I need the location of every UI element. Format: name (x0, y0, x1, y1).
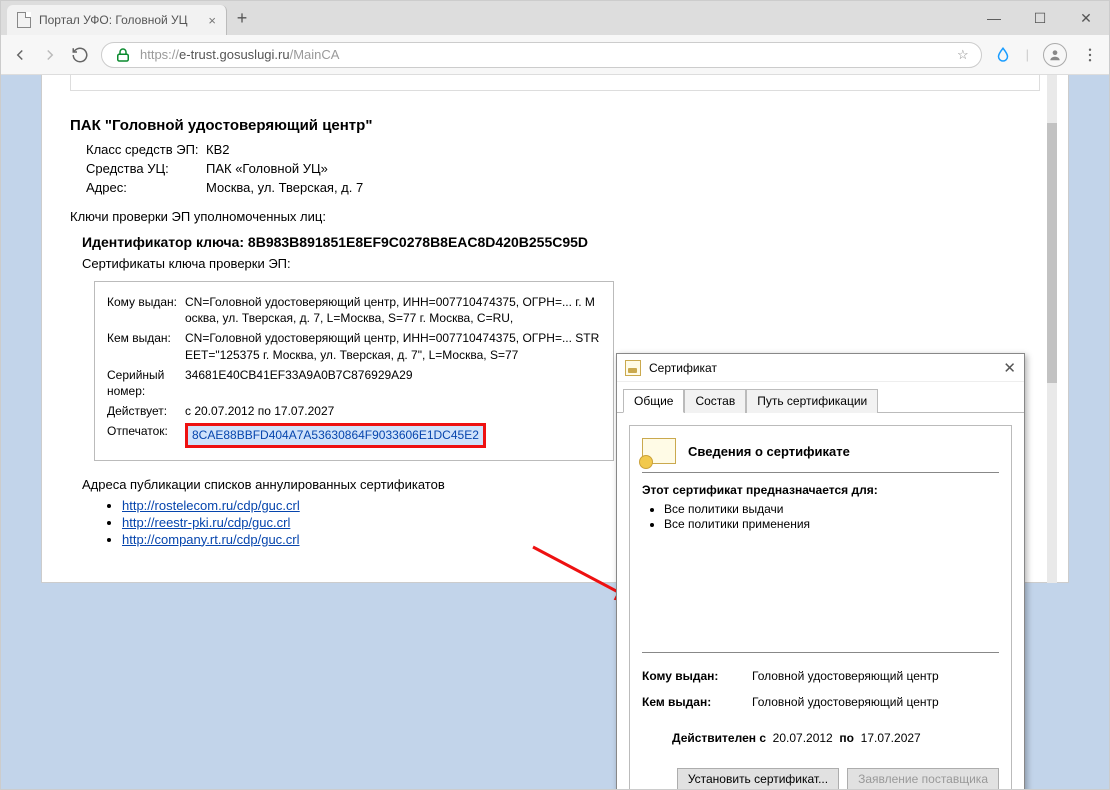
new-tab-button[interactable]: + (227, 1, 257, 35)
crl-link-2[interactable]: http://company.rt.ru/cdp/guc.crl (122, 532, 300, 547)
purpose-item: Все политики выдачи (664, 502, 999, 516)
bookmark-star-icon[interactable]: ☆ (957, 47, 969, 63)
collapsed-panel (70, 75, 1040, 91)
profile-avatar-icon[interactable] (1043, 43, 1067, 67)
purpose-title: Этот сертификат предназначается для: (642, 483, 999, 497)
tab-close-icon[interactable]: × (208, 13, 216, 28)
lock-icon (114, 46, 132, 64)
issued-by-label: Кем выдан: (642, 695, 752, 709)
cert-by-value: CN=Головной удостоверяющий центр, ИНН=00… (185, 330, 601, 362)
issuer-statement-button: Заявление поставщика (847, 768, 999, 789)
certs-line: Сертификаты ключа проверки ЭП: (82, 256, 1040, 271)
cert-to-value: CN=Головной удостоверяющий центр, ИНН=00… (185, 294, 601, 326)
dialog-close-button[interactable]: ✕ (1003, 359, 1016, 377)
certificate-detail-box: Кому выдан:CN=Головной удостоверяющий це… (94, 281, 614, 461)
cert-fingerprint-label: Отпечаток: (107, 423, 185, 447)
window-close-button[interactable]: ✕ (1063, 1, 1109, 35)
nav-forward-icon[interactable] (41, 46, 59, 64)
url-text: https://e-trust.gosuslugi.ru/MainCA (140, 47, 339, 62)
window-minimize-button[interactable]: — (971, 1, 1017, 35)
address-value: Москва, ул. Тверская, д. 7 (206, 180, 363, 195)
page-viewport: ПАК "Головной удостоверяющий центр" Клас… (1, 75, 1109, 789)
certificate-icon (625, 360, 641, 376)
tab-details[interactable]: Состав (684, 389, 746, 413)
avatar-separator: | (1026, 47, 1029, 62)
validity-line: Действителен с 20.07.2012 по 17.07.2027 (672, 731, 999, 745)
install-certificate-button[interactable]: Установить сертификат... (677, 768, 839, 789)
window-maximize-button[interactable]: ☐ (1017, 1, 1063, 35)
nav-back-icon[interactable] (11, 46, 29, 64)
issued-to-label: Кому выдан: (642, 669, 752, 683)
cert-by-label: Кем выдан: (107, 330, 185, 362)
certificate-ribbon-icon (642, 438, 676, 464)
key-identifier: Идентификатор ключа: 8B983B891851E8EF9C0… (82, 234, 1040, 250)
browser-tab[interactable]: Портал УФО: Головной УЦ × (7, 5, 227, 35)
class-value: КВ2 (206, 142, 229, 157)
class-label: Класс средств ЭП: (86, 142, 206, 157)
cert-info-heading: Сведения о сертификате (688, 444, 850, 459)
cert-fingerprint-value[interactable]: 8CAE88BBFD404A7A53630864F9033606E1DC45E2 (185, 423, 486, 447)
nav-reload-icon[interactable] (71, 46, 89, 64)
tab-title: Портал УФО: Головной УЦ (39, 13, 200, 27)
means-value: ПАК «Головной УЦ» (206, 161, 328, 176)
tab-general[interactable]: Общие (623, 389, 684, 413)
certificate-dialog: Сертификат ✕ Общие Состав Путь сертифика… (616, 353, 1025, 789)
crl-link-0[interactable]: http://rostelecom.ru/cdp/guc.crl (122, 498, 300, 513)
cert-valid-value: с 20.07.2012 по 17.07.2027 (185, 403, 601, 419)
purpose-item: Все политики применения (664, 517, 999, 531)
pak-title: ПАК "Головной удостоверяющий центр" (70, 117, 1040, 134)
cert-valid-label: Действует: (107, 403, 185, 419)
browser-titlebar: Портал УФО: Головной УЦ × + — ☐ ✕ (1, 1, 1109, 35)
drop-icon[interactable] (994, 46, 1012, 64)
means-label: Средства УЦ: (86, 161, 206, 176)
tab-cert-path[interactable]: Путь сертификации (746, 389, 878, 413)
dialog-title: Сертификат (649, 361, 1003, 375)
issued-by-value: Головной удостоверяющий центр (752, 695, 939, 709)
keys-line: Ключи проверки ЭП уполномоченных лиц: (70, 209, 1040, 224)
cert-serial-value: 34681E40CB41EF33A9A0B7C876929A29 (185, 367, 601, 399)
page-file-icon (17, 12, 31, 28)
browser-menu-icon[interactable] (1081, 46, 1099, 64)
cert-to-label: Кому выдан: (107, 294, 185, 326)
address-bar: https://e-trust.gosuslugi.ru/MainCA ☆ | (1, 35, 1109, 75)
issued-to-value: Головной удостоверяющий центр (752, 669, 939, 683)
page-scrollbar[interactable] (1047, 75, 1057, 583)
cert-serial-label: Серийный номер: (107, 367, 185, 399)
address-label: Адрес: (86, 180, 206, 195)
crl-link-1[interactable]: http://reestr-pki.ru/cdp/guc.crl (122, 515, 290, 530)
url-field[interactable]: https://e-trust.gosuslugi.ru/MainCA ☆ (101, 42, 982, 68)
